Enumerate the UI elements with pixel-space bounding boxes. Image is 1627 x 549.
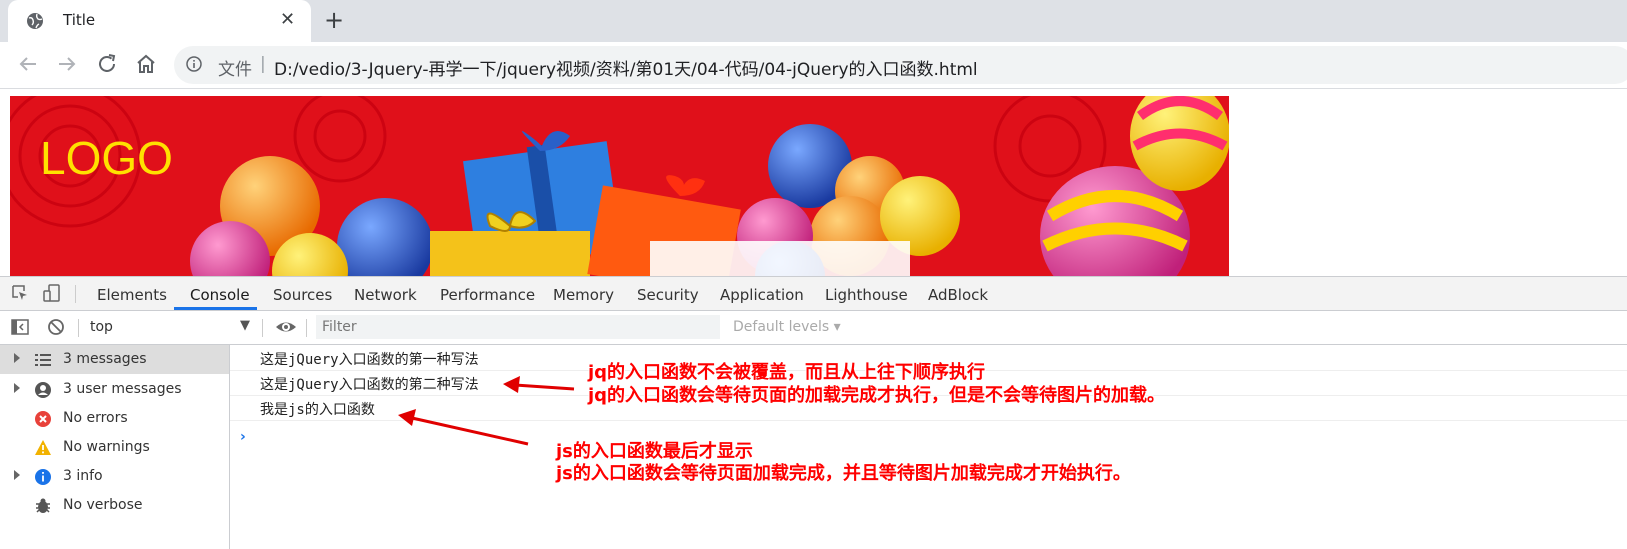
- annotation-js-line2: js的入口函数会等待页面加载完成，并且等待图片加载完成才开始执行。: [556, 463, 1131, 484]
- annotation-jq-line2: jq的入口函数会等待页面的加载完成才执行，但是不会等待图片的加载。: [588, 385, 1166, 406]
- arrow-to-js-message: [398, 409, 529, 446]
- arrow-to-jq-message: [503, 376, 575, 393]
